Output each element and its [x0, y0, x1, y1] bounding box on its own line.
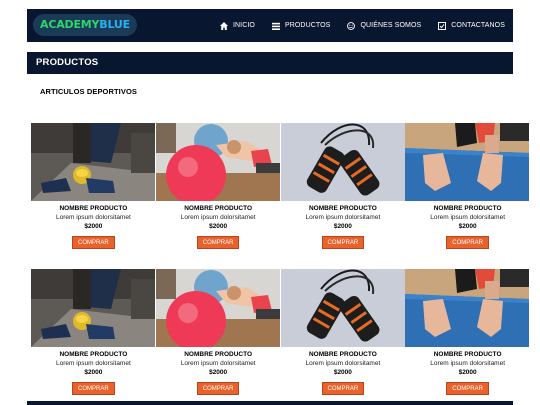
- product-image[interactable]: [281, 123, 405, 201]
- product-price: $2000: [333, 369, 352, 376]
- top-navbar: ACADEMYBLUE INICIO PRODUCTOS QUIÉNES SOM…: [27, 9, 513, 42]
- product-card: NOMBRE PRODUCTO Lorem ipsum dolorsitamet…: [281, 123, 406, 249]
- product-desc: Lorem ipsum dolorsitamet: [55, 360, 131, 367]
- product-name: NOMBRE PRODUCTO: [184, 205, 253, 212]
- product-card: NOMBRE PRODUCTO Lorem ipsum dolorsitamet…: [156, 123, 281, 249]
- brand-part-1: ACADEMY: [40, 18, 100, 31]
- product-desc: Lorem ipsum dolorsitamet: [180, 214, 256, 221]
- buy-button[interactable]: COMPRAR: [196, 382, 240, 395]
- product-name: NOMBRE PRODUCTO: [433, 205, 502, 212]
- product-price: $2000: [84, 223, 103, 230]
- buy-button[interactable]: COMPRAR: [321, 382, 365, 395]
- product-image[interactable]: [405, 269, 529, 347]
- product-card: NOMBRE PRODUCTO Lorem ipsum dolorsitamet…: [405, 269, 530, 395]
- product-desc: Lorem ipsum dolorsitamet: [430, 360, 506, 367]
- product-price: $2000: [209, 369, 228, 376]
- brand-logo[interactable]: ACADEMYBLUE: [33, 14, 137, 36]
- product-image[interactable]: [405, 123, 529, 201]
- category-subtitle: ARTICULOS DEPORTIVOS: [40, 87, 138, 96]
- product-card: NOMBRE PRODUCTO Lorem ipsum dolorsitamet…: [405, 123, 530, 249]
- product-price: $2000: [84, 369, 103, 376]
- product-card: NOMBRE PRODUCTO Lorem ipsum dolorsitamet…: [31, 269, 156, 395]
- nav-item-contactanos[interactable]: CONTACTANOS: [438, 21, 505, 30]
- nav-item-productos[interactable]: PRODUCTOS: [271, 22, 331, 30]
- product-card: NOMBRE PRODUCTO Lorem ipsum dolorsitamet…: [281, 269, 406, 395]
- product-image[interactable]: [31, 269, 155, 347]
- product-price: $2000: [458, 369, 477, 376]
- product-name: NOMBRE PRODUCTO: [184, 351, 253, 358]
- product-row: NOMBRE PRODUCTO Lorem ipsum dolorsitamet…: [31, 123, 530, 249]
- product-name: NOMBRE PRODUCTO: [308, 205, 377, 212]
- product-desc: Lorem ipsum dolorsitamet: [430, 214, 506, 221]
- section-header: PRODUCTOS: [27, 52, 513, 74]
- brand-part-2: BLUE: [99, 18, 130, 31]
- product-name: NOMBRE PRODUCTO: [308, 351, 377, 358]
- nav-label: PRODUCTOS: [284, 22, 331, 29]
- product-name: NOMBRE PRODUCTO: [433, 351, 502, 358]
- product-desc: Lorem ipsum dolorsitamet: [305, 214, 381, 221]
- product-image[interactable]: [156, 123, 280, 201]
- product-card: NOMBRE PRODUCTO Lorem ipsum dolorsitamet…: [31, 123, 156, 249]
- buy-button[interactable]: COMPRAR: [196, 236, 240, 249]
- product-price: $2000: [333, 223, 352, 230]
- nav-label: INICIO: [232, 22, 255, 29]
- checkbox-icon: [438, 21, 447, 30]
- buy-button[interactable]: COMPRAR: [446, 236, 489, 249]
- nav-item-inicio[interactable]: INICIO: [219, 21, 255, 30]
- list-icon: [271, 22, 280, 30]
- nav-label: CONTACTANOS: [451, 22, 505, 29]
- product-card: NOMBRE PRODUCTO Lorem ipsum dolorsitamet…: [156, 269, 281, 395]
- nav-label: QUIÉNES SOMOS: [360, 22, 422, 29]
- product-desc: Lorem ipsum dolorsitamet: [305, 360, 381, 367]
- nav-menu: INICIO PRODUCTOS QUIÉNES SOMOS CONTACTAN…: [219, 9, 505, 42]
- buy-button[interactable]: COMPRAR: [321, 236, 365, 249]
- home-icon: [219, 21, 228, 30]
- product-desc: Lorem ipsum dolorsitamet: [180, 360, 256, 367]
- product-row: NOMBRE PRODUCTO Lorem ipsum dolorsitamet…: [31, 269, 530, 395]
- product-name: NOMBRE PRODUCTO: [59, 351, 128, 358]
- product-price: $2000: [458, 223, 477, 230]
- buy-button[interactable]: COMPRAR: [72, 236, 115, 249]
- nav-item-quienes-somos[interactable]: QUIÉNES SOMOS: [347, 21, 422, 30]
- product-price: $2000: [209, 223, 228, 230]
- footer-bar: [27, 401, 513, 405]
- product-desc: Lorem ipsum dolorsitamet: [55, 214, 131, 221]
- product-image[interactable]: [281, 269, 405, 347]
- product-name: NOMBRE PRODUCTO: [59, 205, 128, 212]
- smile-icon: [347, 21, 356, 30]
- product-image[interactable]: [31, 123, 155, 201]
- buy-button[interactable]: COMPRAR: [446, 382, 489, 395]
- buy-button[interactable]: COMPRAR: [72, 382, 115, 395]
- product-image[interactable]: [156, 269, 280, 347]
